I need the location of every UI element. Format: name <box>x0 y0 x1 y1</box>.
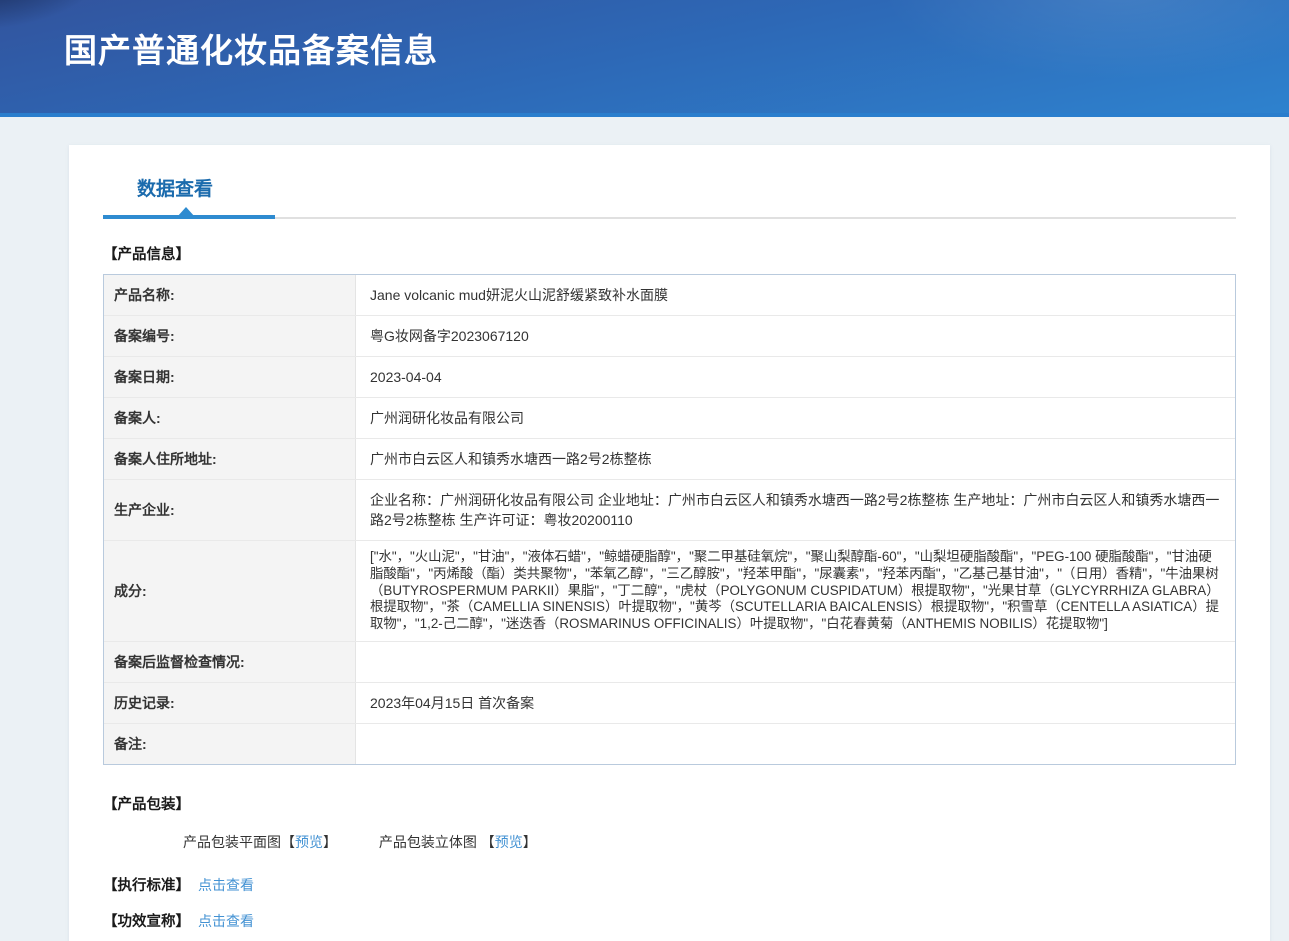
packaging-links-row: 产品包装平面图【预览】 产品包装立体图 【预览】 <box>183 832 1236 852</box>
content-card: 数据查看 【产品信息】 产品名称: Jane volcanic mud妍泥火山泥… <box>69 145 1270 941</box>
row-label: 备案编号: <box>104 316 356 356</box>
row-label: 备案后监督检查情况: <box>104 642 356 682</box>
standard-label: 【执行标准】 <box>103 878 190 894</box>
row-label: 备案人住所地址: <box>104 439 356 479</box>
row-value: 企业名称：广州润研化妆品有限公司 企业地址：广州市白云区人和镇秀水塘西一路2号2… <box>356 480 1235 540</box>
table-row-registration-number: 备案编号: 粤G妆网备字2023067120 <box>104 316 1235 357</box>
flat-image-label: 产品包装平面图 <box>183 834 281 850</box>
bracket-close: 】 <box>523 834 537 850</box>
flat-image-preview-link[interactable]: 预览 <box>295 834 323 850</box>
row-label: 成分: <box>104 541 356 641</box>
stereo-image-label: 产品包装立体图 <box>379 834 481 850</box>
row-value <box>356 642 1235 682</box>
table-row-supervision: 备案后监督检查情况: <box>104 642 1235 683</box>
row-label: 产品名称: <box>104 275 356 315</box>
page-title: 国产普通化妆品备案信息 <box>0 0 1289 72</box>
bracket-close: 】 <box>323 834 337 850</box>
table-row-remarks: 备注: <box>104 724 1235 764</box>
section-title-product-info: 【产品信息】 <box>103 243 1236 264</box>
table-row-registration-date: 备案日期: 2023-04-04 <box>104 357 1235 398</box>
page-header: 国产普通化妆品备案信息 <box>0 0 1289 117</box>
efficacy-row: 【功效宣称】点击查看 <box>103 910 1236 931</box>
row-label: 备案日期: <box>104 357 356 397</box>
table-row-registrant: 备案人: 广州润研化妆品有限公司 <box>104 398 1235 439</box>
row-label: 生产企业: <box>104 480 356 540</box>
efficacy-view-link[interactable]: 点击查看 <box>198 913 254 929</box>
table-row-ingredients: 成分: ["水"，"火山泥"，"甘油"，"液体石蜡"，"鲸蜡硬脂醇"，"聚二甲基… <box>104 541 1235 642</box>
product-info-table: 产品名称: Jane volcanic mud妍泥火山泥舒缓紧致补水面膜 备案编… <box>103 274 1236 765</box>
row-value <box>356 724 1235 764</box>
stereo-image-item: 产品包装立体图 【预览】 <box>379 834 537 850</box>
table-row-manufacturer: 生产企业: 企业名称：广州润研化妆品有限公司 企业地址：广州市白云区人和镇秀水塘… <box>104 480 1235 541</box>
stereo-image-preview-link[interactable]: 预览 <box>495 834 523 850</box>
tab-bar: 数据查看 <box>103 145 1236 219</box>
row-label: 备注: <box>104 724 356 764</box>
row-value: ["水"，"火山泥"，"甘油"，"液体石蜡"，"鲸蜡硬脂醇"，"聚二甲基硅氧烷"… <box>356 541 1235 641</box>
tab-indicator-triangle-icon <box>177 207 195 217</box>
row-value: 广州市白云区人和镇秀水塘西一路2号2栋整栋 <box>356 439 1235 479</box>
tab-data-view[interactable]: 数据查看 <box>137 174 213 201</box>
bracket-open: 【 <box>481 834 495 850</box>
flat-image-item: 产品包装平面图【预览】 <box>183 834 341 850</box>
section-title-packaging: 【产品包装】 <box>103 793 1236 814</box>
standard-row: 【执行标准】点击查看 <box>103 874 1236 895</box>
tab-divider <box>103 217 1236 219</box>
table-row-product-name: 产品名称: Jane volcanic mud妍泥火山泥舒缓紧致补水面膜 <box>104 275 1235 316</box>
bracket-open: 【 <box>281 834 295 850</box>
row-value: 2023-04-04 <box>356 357 1235 397</box>
table-row-history: 历史记录: 2023年04月15日 首次备案 <box>104 683 1235 724</box>
row-label: 历史记录: <box>104 683 356 723</box>
efficacy-label: 【功效宣称】 <box>103 914 190 930</box>
table-row-registrant-address: 备案人住所地址: 广州市白云区人和镇秀水塘西一路2号2栋整栋 <box>104 439 1235 480</box>
row-value: Jane volcanic mud妍泥火山泥舒缓紧致补水面膜 <box>356 275 1235 315</box>
row-label: 备案人: <box>104 398 356 438</box>
row-value: 广州润研化妆品有限公司 <box>356 398 1235 438</box>
row-value: 粤G妆网备字2023067120 <box>356 316 1235 356</box>
row-value: 2023年04月15日 首次备案 <box>356 683 1235 723</box>
standard-view-link[interactable]: 点击查看 <box>198 877 254 893</box>
